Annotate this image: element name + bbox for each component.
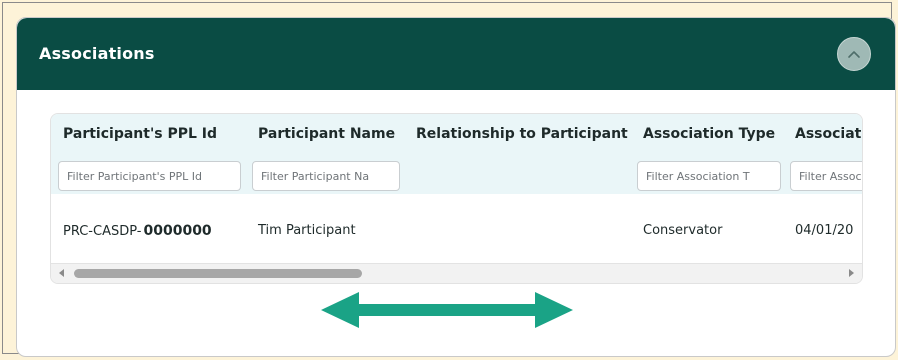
scrollbar-thumb[interactable] bbox=[74, 269, 362, 278]
collapse-button[interactable] bbox=[837, 37, 871, 71]
filter-association-type-input[interactable] bbox=[637, 161, 781, 191]
filter-participant-name-input[interactable] bbox=[252, 161, 400, 191]
scroll-right-arrow-icon[interactable] bbox=[849, 269, 854, 277]
column-header-association-type[interactable]: Association Type bbox=[643, 126, 775, 142]
filter-association-date-input[interactable] bbox=[790, 161, 862, 191]
column-header-relationship[interactable]: Relationship to Participant bbox=[416, 126, 628, 142]
panel-title: Associations bbox=[39, 44, 155, 63]
grid-header-row: Participant's PPL Id Participant Name Re… bbox=[51, 114, 862, 194]
cell-ppl-id: PRC-CASDP- 0000000 bbox=[63, 223, 214, 239]
double-arrow-horizontal-icon bbox=[321, 292, 573, 328]
ppl-id-number: 0000000 bbox=[141, 223, 214, 239]
cell-association-type: Conservator bbox=[643, 223, 723, 238]
scroll-left-arrow-icon[interactable] bbox=[59, 269, 64, 277]
chevron-up-icon bbox=[848, 51, 860, 58]
table-row[interactable]: PRC-CASDP- 0000000 Tim Participant Conser… bbox=[51, 194, 862, 263]
associations-grid: Participant's PPL Id Participant Name Re… bbox=[50, 113, 863, 284]
associations-panel: Associations Participant's PPL Id Partic… bbox=[16, 17, 896, 357]
column-header-association-date[interactable]: Associati bbox=[795, 126, 862, 142]
cell-participant-name: Tim Participant bbox=[258, 223, 356, 238]
horizontal-scrollbar[interactable] bbox=[51, 263, 862, 283]
column-header-participant-name[interactable]: Participant Name bbox=[258, 126, 395, 142]
cell-association-date: 04/01/20 bbox=[795, 223, 854, 238]
column-header-ppl-id[interactable]: Participant's PPL Id bbox=[63, 126, 217, 142]
filter-ppl-id-input[interactable] bbox=[58, 161, 241, 191]
ppl-id-prefix: PRC-CASDP- bbox=[63, 224, 142, 239]
panel-header: Associations bbox=[17, 18, 895, 90]
